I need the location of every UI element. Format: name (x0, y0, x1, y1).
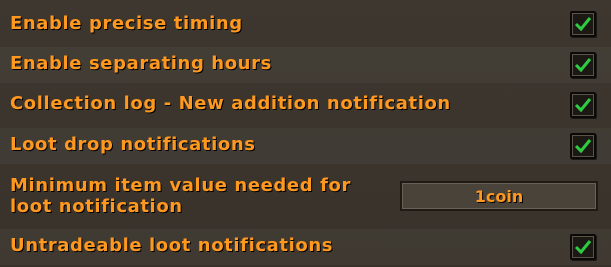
checkmark-icon (574, 139, 592, 154)
precise-timing-checkbox[interactable] (570, 11, 596, 37)
min-item-value-text: 1coin (474, 187, 524, 206)
setting-label: Enable separating hours (10, 53, 272, 74)
checkmark-icon (574, 98, 592, 113)
untradeable-loot-checkbox[interactable] (570, 234, 596, 260)
min-item-value-input[interactable]: 1coin (400, 181, 598, 211)
collection-log-checkbox[interactable] (570, 92, 596, 118)
setting-label: Collection log - New addition notificati… (10, 93, 451, 114)
settings-panel: Enable precise timing Enable separating … (0, 0, 611, 267)
setting-label: Loot drop notifications (10, 134, 256, 155)
setting-row-precise-timing: Enable precise timing (0, 6, 611, 42)
checkmark-icon (574, 17, 592, 32)
separating-hours-checkbox[interactable] (570, 52, 596, 78)
setting-row-collection-log: Collection log - New addition notificati… (0, 87, 611, 123)
setting-row-loot-drop: Loot drop notifications (0, 128, 611, 164)
loot-drop-checkbox[interactable] (570, 133, 596, 159)
setting-label: Minimum item value needed for loot notif… (10, 175, 351, 217)
setting-label: Enable precise timing (10, 13, 243, 34)
checkmark-icon (574, 240, 592, 255)
checkmark-icon (574, 58, 592, 73)
setting-row-separating-hours: Enable separating hours (0, 47, 611, 83)
setting-label: Untradeable loot notifications (10, 235, 334, 256)
setting-row-untradeable-loot: Untradeable loot notifications (0, 229, 611, 265)
